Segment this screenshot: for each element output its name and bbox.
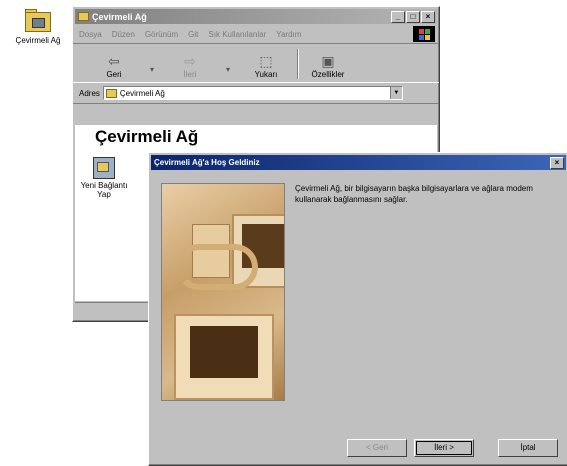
maximize-button[interactable]: □ bbox=[406, 10, 420, 23]
dropdown-arrow-icon: ▾ bbox=[225, 65, 230, 74]
wizard-title: Çevirmeli Ağ'a Hoş Geldiniz bbox=[154, 158, 260, 167]
menu-help[interactable]: Yardım bbox=[276, 30, 301, 39]
properties-label: Özellikler bbox=[311, 70, 345, 79]
folder-title: Çevirmeli Ağ bbox=[95, 127, 199, 146]
wizard-close-button[interactable]: × bbox=[550, 156, 564, 169]
wizard-titlebar[interactable]: Çevirmeli Ağ'a Hoş Geldiniz × bbox=[151, 155, 566, 170]
toolbar-separator bbox=[297, 49, 299, 79]
monitor-illustration bbox=[174, 314, 274, 400]
forward-label: İleri bbox=[183, 70, 197, 79]
forward-button[interactable]: ⇨ İleri bbox=[167, 52, 213, 82]
forward-dropdown[interactable]: ▾ bbox=[221, 61, 235, 82]
folder-icon bbox=[78, 12, 89, 21]
properties-button[interactable]: ▣ Özellikler bbox=[305, 52, 351, 82]
address-dropdown-button[interactable]: ▼ bbox=[389, 87, 402, 99]
wizard-description: Çevirmeli Ağ, bir bilgisayarın başka bil… bbox=[295, 184, 533, 204]
up-label: Yukarı bbox=[254, 70, 278, 79]
up-folder-icon: ⬚ bbox=[259, 53, 273, 69]
dialup-folder-icon bbox=[23, 8, 53, 32]
forward-arrow-icon: ⇨ bbox=[184, 53, 196, 69]
menu-file[interactable]: Dosya bbox=[79, 30, 102, 39]
windows-logo-icon bbox=[413, 26, 435, 42]
new-connection-label: Yeni Bağlantı Yap bbox=[80, 181, 128, 199]
explorer-title: Çevirmeli Ağ bbox=[92, 11, 147, 22]
minimize-button[interactable]: _ bbox=[391, 10, 405, 23]
modem-computer-illustration bbox=[161, 183, 285, 401]
back-button[interactable]: ⇦ Geri bbox=[91, 52, 137, 82]
address-input[interactable]: Çevirmeli Ağ ▼ bbox=[102, 86, 403, 100]
new-connection-item[interactable]: Yeni Bağlantı Yap bbox=[79, 157, 129, 199]
address-bar: Adres Çevirmeli Ağ ▼ bbox=[73, 83, 439, 104]
menu-view[interactable]: Görünüm bbox=[145, 30, 178, 39]
menu-go[interactable]: Git bbox=[188, 30, 198, 39]
standard-toolbar: ⇦ Geri ▾ ⇨ İleri ▾ ⬚ Yukarı ▣ Özellikler bbox=[73, 43, 439, 83]
welcome-wizard-dialog: Çevirmeli Ağ'a Hoş Geldiniz × Çevirmeli … bbox=[148, 152, 567, 466]
address-label: Adres bbox=[79, 88, 100, 98]
close-button[interactable]: × bbox=[421, 10, 435, 23]
menu-edit[interactable]: Düzen bbox=[112, 30, 135, 39]
back-button[interactable]: < Geri bbox=[347, 439, 407, 457]
explorer-titlebar[interactable]: Çevirmeli Ağ _ □ × bbox=[75, 9, 437, 24]
desktop-icon-dialup[interactable]: Çevirmeli Ağ bbox=[6, 8, 70, 45]
back-dropdown[interactable]: ▾ bbox=[145, 61, 159, 82]
dropdown-arrow-icon: ▾ bbox=[149, 65, 154, 74]
new-connection-icon bbox=[93, 157, 115, 179]
menu-bar: Dosya Düzen Görünüm Git Sık Kullanılanla… bbox=[73, 26, 439, 43]
properties-icon: ▣ bbox=[321, 53, 335, 69]
address-value: Çevirmeli Ağ bbox=[119, 88, 165, 98]
menu-favorites[interactable]: Sık Kullanılanlar bbox=[208, 30, 266, 39]
back-arrow-icon: ⇦ bbox=[108, 53, 120, 69]
cable-illustration bbox=[176, 244, 258, 290]
wizard-button-row: < Geri İleri > İptal bbox=[340, 439, 558, 457]
desktop-icon-label: Çevirmeli Ağ bbox=[15, 36, 61, 45]
up-button[interactable]: ⬚ Yukarı bbox=[243, 52, 289, 82]
folder-icon bbox=[105, 88, 117, 98]
back-label: Geri bbox=[106, 70, 122, 79]
cancel-button[interactable]: İptal bbox=[498, 439, 558, 457]
next-button[interactable]: İleri > bbox=[414, 439, 474, 457]
